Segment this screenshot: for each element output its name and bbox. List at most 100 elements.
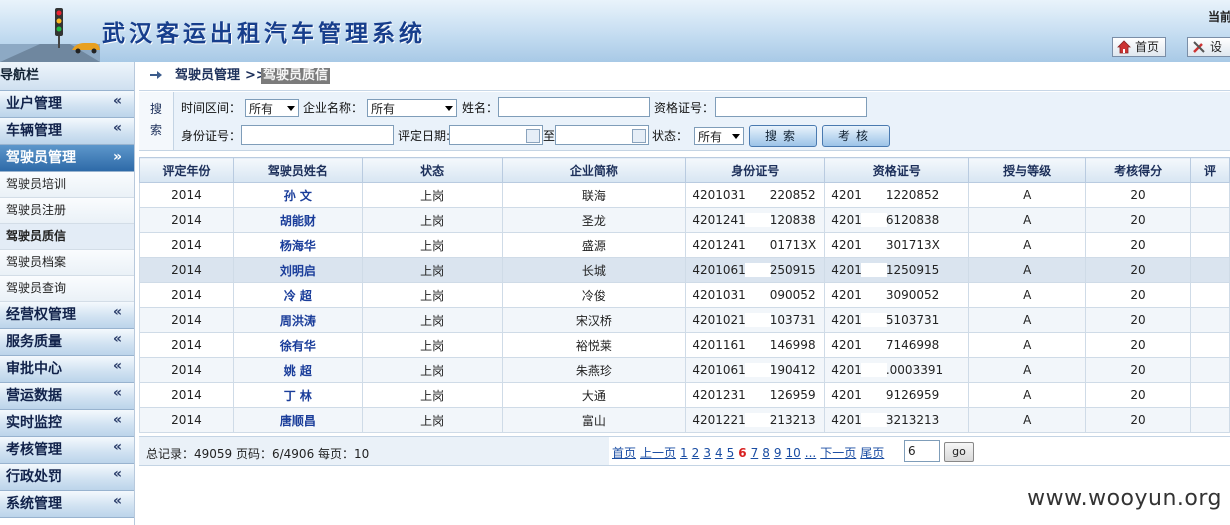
year-cell: 2014	[139, 382, 234, 408]
cert-number-suffix: 1220852	[885, 187, 940, 202]
extra-cell	[1190, 257, 1230, 283]
driver-name-cell[interactable]: 刘明启	[232, 257, 363, 283]
id-number-suffix: 103731	[769, 312, 816, 327]
calendar-icon[interactable]	[526, 129, 540, 143]
company-cell: 裕悦莱	[501, 332, 687, 358]
driver-name-cell[interactable]: 丁 林	[232, 382, 363, 408]
page-number-link[interactable]: 7	[751, 446, 759, 460]
page-number-link[interactable]: 10	[786, 446, 801, 460]
column-header[interactable]: 授与等级	[968, 157, 1087, 183]
first-page-link[interactable]: 首页	[612, 446, 636, 460]
next-page-link[interactable]: 下一页	[820, 446, 856, 460]
breadcrumb-parent[interactable]: 驾驶员管理	[175, 62, 240, 90]
sidebar-group-penalty[interactable]: 行政处罚 «	[0, 464, 134, 491]
cert-input[interactable]	[715, 97, 867, 117]
cert-number-suffix: 9126959	[885, 387, 940, 402]
redaction-mask	[744, 338, 771, 353]
page-number-link[interactable]: 5	[727, 446, 735, 460]
cert-number-suffix: 5103731	[885, 312, 940, 327]
page-number-link[interactable]: ...	[805, 446, 816, 460]
sidebar-group-operating-rights[interactable]: 经营权管理 «	[0, 302, 134, 329]
page-number-link[interactable]: 1	[680, 446, 688, 460]
company-select[interactable]: 所有	[367, 99, 457, 117]
table-row[interactable]: 2014 冷 超上岗 冷俊 4201031 090052 4201 3090052 A 20	[139, 282, 1230, 308]
sidebar-item-driver-quality[interactable]: 驾驶员质信	[0, 224, 134, 250]
column-header[interactable]: 评	[1190, 157, 1230, 183]
idcard-input[interactable]	[241, 125, 394, 145]
page-number-input[interactable]: 6	[904, 440, 940, 462]
period-label: 时间区间：	[181, 101, 242, 115]
sidebar-group-approval[interactable]: 审批中心 «	[0, 356, 134, 383]
dropdown-arrow-icon	[445, 106, 453, 111]
table-row[interactable]: 2014 丁 林上岗 大通 4201231 126959 4201 9126959 A 20	[139, 382, 1230, 408]
page-number-link[interactable]: 3	[703, 446, 711, 460]
page-number-link[interactable]: 2	[692, 446, 700, 460]
settings-button[interactable]: 设	[1187, 37, 1230, 57]
driver-name-cell[interactable]: 唐顺昌	[232, 407, 363, 433]
column-header[interactable]: 驾驶员姓名	[232, 157, 363, 183]
sidebar-item-driver-registration[interactable]: 驾驶员注册	[0, 198, 134, 224]
table-row[interactable]: 2014 刘明启 上岗 长城 4201061 250915 4201 1250915 A 20	[139, 257, 1230, 283]
year-cell: 2014	[139, 207, 234, 233]
driver-name-cell[interactable]: 孙 文	[232, 182, 363, 208]
prev-page-link[interactable]: 上一页	[640, 446, 676, 460]
sidebar-group-drivers[interactable]: 驾驶员管理 »	[0, 145, 134, 172]
sidebar-group-operation-data[interactable]: 营运数据 «	[0, 383, 134, 410]
sidebar-group-service-quality[interactable]: 服务质量 «	[0, 329, 134, 356]
assess-button[interactable]: 考核	[822, 125, 890, 147]
column-header[interactable]: 资格证号	[824, 157, 970, 183]
table-row[interactable]: 2014 胡能财 上岗 圣龙 4201241 120838 4201 6120838 A 20	[139, 207, 1230, 233]
table-row[interactable]: 2014 孙 文上岗 联海 4201031 220852 4201 1220852 A 20	[139, 182, 1230, 208]
cert-number-cell: 4201 9126959	[824, 382, 970, 408]
table-row[interactable]: 2014 唐顺昌 上岗 富山 4201221 213213 4201 3213213 A 20	[139, 407, 1230, 433]
id-number-suffix: 250915	[769, 262, 816, 277]
page-number-link[interactable]: 9	[774, 446, 782, 460]
driver-name-cell[interactable]: 周洪涛	[232, 307, 363, 333]
calendar-icon[interactable]	[632, 129, 646, 143]
column-header[interactable]: 企业简称	[501, 157, 687, 183]
date-to-input[interactable]	[555, 125, 649, 145]
name-input[interactable]	[498, 97, 650, 117]
table-row[interactable]: 2014 徐有华 上岗 裕悦莱 4201161 146998 4201 7146998 A 20	[139, 332, 1230, 358]
driver-name-cell[interactable]: 杨海华	[232, 232, 363, 258]
watermark: www.wooyun.org	[1027, 486, 1222, 511]
driver-name-cell[interactable]: 冷 超	[232, 282, 363, 308]
page-number-link[interactable]: 8	[762, 446, 770, 460]
sidebar-item-driver-training[interactable]: 驾驶员培训	[0, 172, 134, 198]
id-number-cell: 4201061 190412	[685, 357, 826, 383]
status-cell: 上岗	[361, 407, 503, 433]
id-number-prefix: 4201061	[692, 262, 746, 277]
column-header[interactable]: 身份证号	[685, 157, 826, 183]
period-select-value: 所有	[249, 102, 274, 116]
sidebar-group-vehicles[interactable]: 车辆管理 «	[0, 118, 134, 145]
date-from-input[interactable]	[449, 125, 543, 145]
driver-name-cell[interactable]: 胡能财	[232, 207, 363, 233]
sidebar-item-driver-archive[interactable]: 驾驶员档案	[0, 250, 134, 276]
page-number-link[interactable]: 4	[715, 446, 723, 460]
sidebar-group-monitoring[interactable]: 实时监控 «	[0, 410, 134, 437]
sidebar-group-business[interactable]: 业户管理 «	[0, 91, 134, 118]
collapse-icon: «	[112, 412, 122, 428]
driver-name-cell[interactable]: 姚 超	[232, 357, 363, 383]
score-cell: 20	[1085, 232, 1192, 258]
table-row[interactable]: 2014 杨海华 上岗 盛源 4201241 01713X 4201 301713X A 20	[139, 232, 1230, 258]
home-button[interactable]: 首页	[1112, 37, 1167, 57]
collapse-icon: «	[112, 358, 122, 374]
sidebar-group-assessment[interactable]: 考核管理 «	[0, 437, 134, 464]
table-row[interactable]: 2014 姚 超上岗 朱燕珍 4201061 190412 4201 .0003391 A 20	[139, 357, 1230, 383]
period-select[interactable]: 所有	[245, 99, 299, 117]
column-header[interactable]: 状态	[361, 157, 503, 183]
driver-name-cell[interactable]: 徐有华	[232, 332, 363, 358]
search-button[interactable]: 搜索	[749, 125, 817, 147]
column-header[interactable]: 评定年份	[139, 157, 234, 183]
last-page-link[interactable]: 尾页	[860, 446, 884, 460]
go-button[interactable]: go	[944, 442, 974, 462]
sidebar-group-system[interactable]: 系统管理 «	[0, 491, 134, 518]
status-select[interactable]: 所有	[694, 127, 744, 145]
page-number-link[interactable]: 6	[738, 446, 746, 460]
table-row[interactable]: 2014 周洪涛 上岗 宋汉桥 4201021 103731 4201 5103731 A 20	[139, 307, 1230, 333]
column-header[interactable]: 考核得分	[1085, 157, 1192, 183]
sidebar-group-label: 营运数据	[6, 388, 62, 404]
id-number-prefix: 4201021	[692, 312, 746, 327]
redaction-mask	[860, 238, 887, 253]
